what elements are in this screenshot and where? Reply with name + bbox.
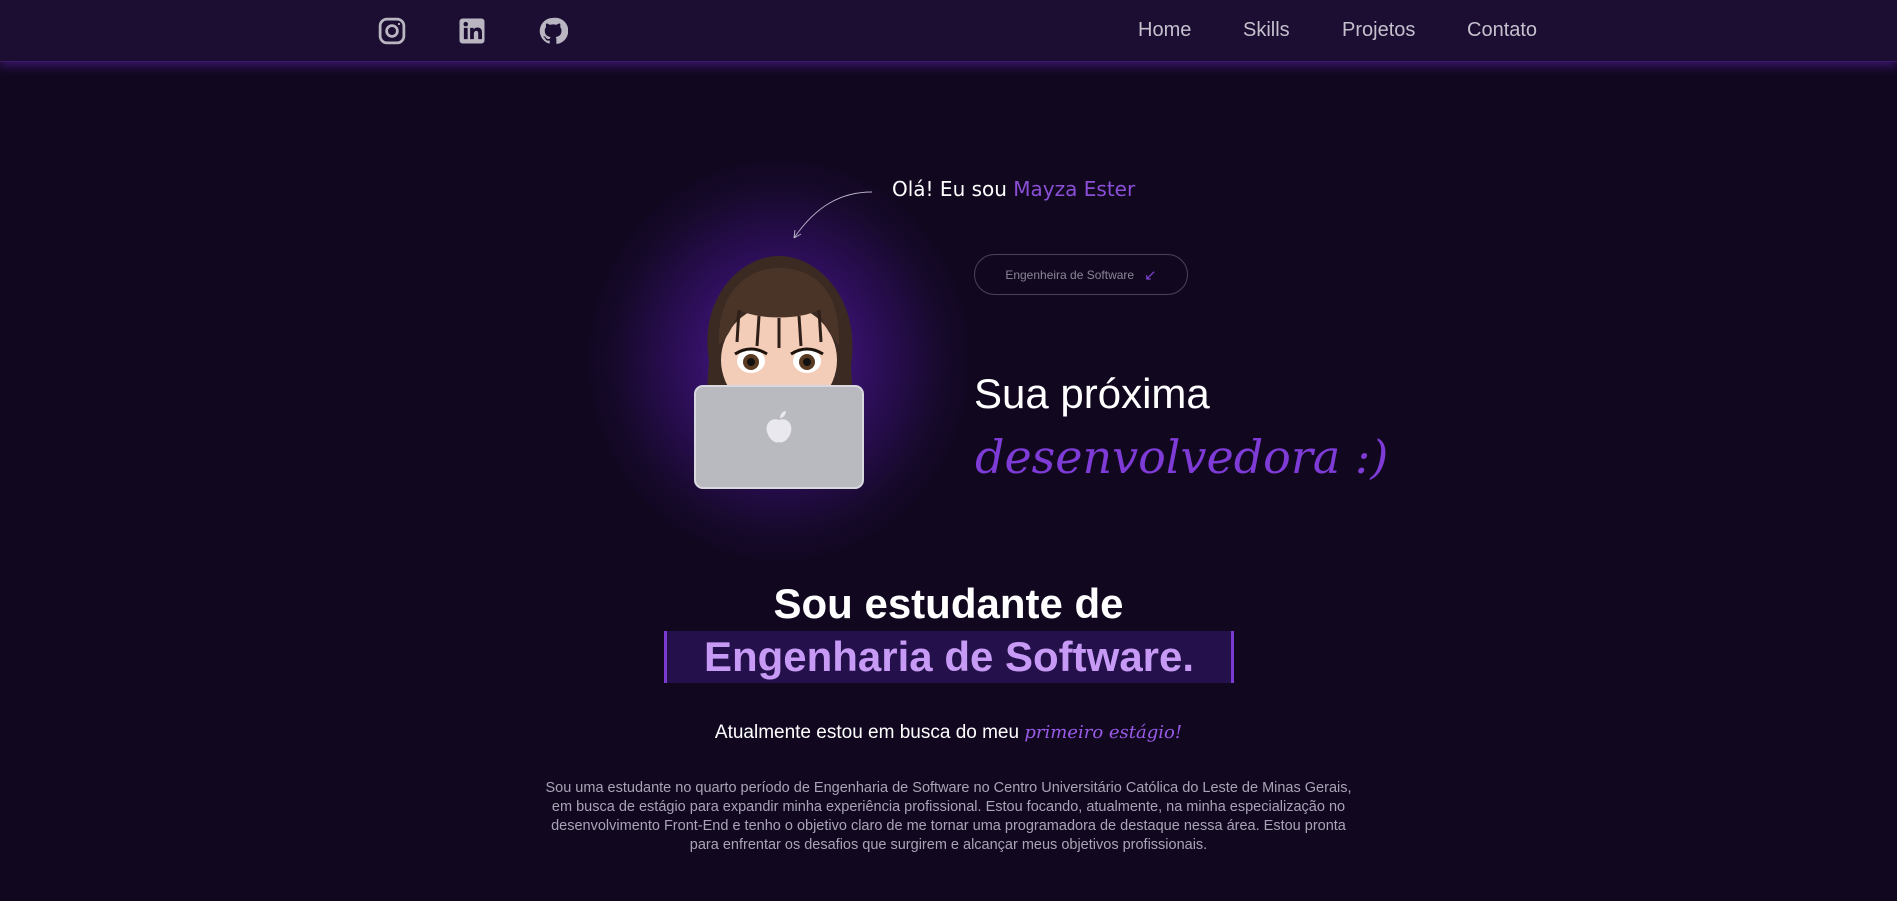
bio-line: em busca de estágio para expandir minha …: [551, 799, 1346, 815]
tagline-line1: Sua próxima: [974, 370, 1210, 417]
search-prefix: Atualmente estou em busca do meu: [714, 722, 1020, 743]
bio-paragraph: Sou uma estudante no quarto período de E…: [520, 779, 1377, 855]
greeting-name: Mayza Ester: [1013, 177, 1136, 201]
role-pill-label: Engenheira de Software: [1005, 267, 1135, 282]
memoji-avatar: [694, 256, 864, 489]
nav-home[interactable]: Home: [1138, 19, 1191, 42]
github-link[interactable]: [536, 14, 570, 48]
bio-line: Sou uma estudante no quarto período de E…: [545, 780, 1352, 796]
greeting-prefix: Olá! Eu sou: [892, 177, 1007, 201]
linkedin-icon: [459, 18, 485, 44]
curved-arrow-icon: [793, 191, 873, 239]
bio-line: para enfrentar os desafios que surgirem …: [689, 837, 1208, 853]
intro-heading-line1: Sou estudante de: [773, 580, 1124, 627]
arrow-down-left-icon: ↙: [1144, 266, 1157, 284]
github-icon: [539, 17, 568, 44]
instagram-link[interactable]: [375, 14, 409, 48]
search-status: Atualmente estou em busca do meu primeir…: [0, 722, 1897, 744]
navbar: Home Skills Projetos Contato: [0, 0, 1897, 62]
nav-projetos[interactable]: Projetos: [1342, 19, 1415, 42]
greeting-text: Olá! Eu sou Mayza Ester: [892, 177, 1135, 201]
role-pill-button[interactable]: Engenheira de Software ↙: [974, 254, 1188, 295]
nav-contato[interactable]: Contato: [1467, 19, 1537, 42]
tagline-line2: desenvolvedora :): [975, 430, 1389, 484]
linkedin-link[interactable]: [455, 14, 489, 48]
instagram-icon: [378, 17, 406, 45]
intro-heading-line2: Engenharia de Software.: [664, 631, 1234, 683]
nav-skills[interactable]: Skills: [1243, 19, 1290, 42]
bio-line: desenvolvimento Front-End e tenho o obje…: [551, 818, 1346, 834]
search-highlight: primeiro estágio!: [1024, 722, 1183, 743]
